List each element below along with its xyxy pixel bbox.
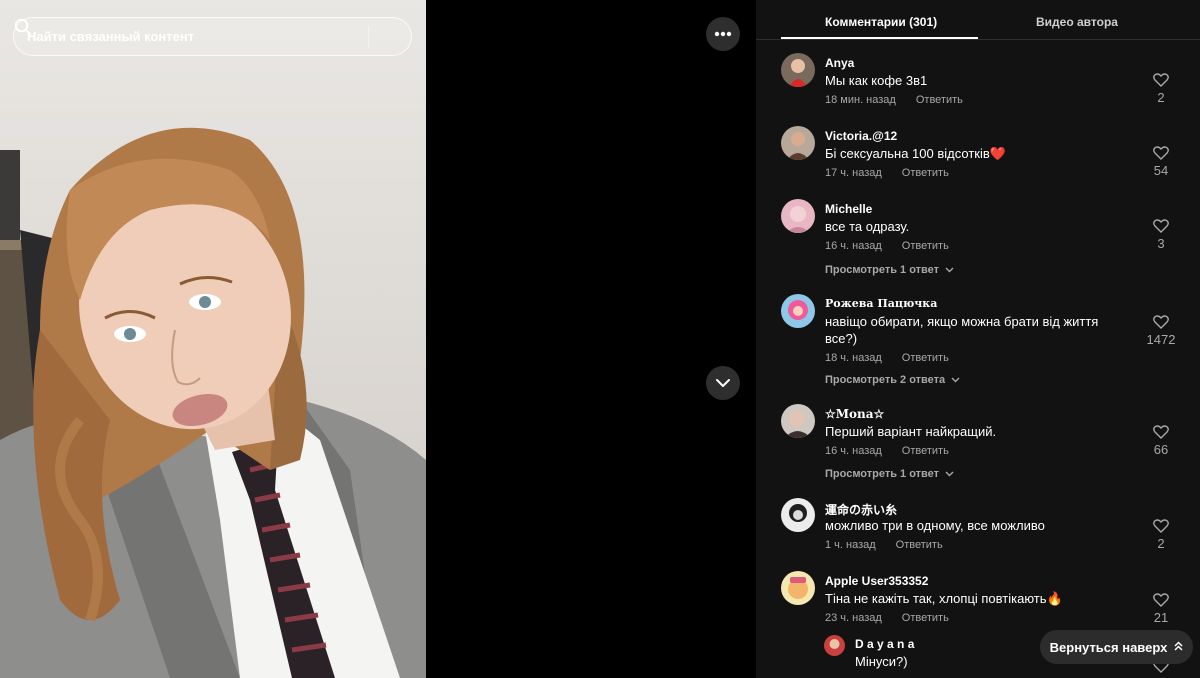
comment-meta: 18 мин. назад Ответить — [825, 94, 963, 106]
comment-meta: 16 ч. назад Ответить — [825, 445, 949, 457]
avatar[interactable] — [781, 404, 815, 438]
like-button[interactable]: 21 — [1146, 593, 1176, 625]
comment-username[interactable]: Victoria.@12 — [825, 129, 897, 143]
back-to-top-label: Вернуться наверх — [1049, 639, 1168, 655]
heart-icon — [1153, 425, 1169, 439]
comment-text: Перший варіант найкращий. — [825, 424, 997, 439]
view-replies-button[interactable]: Просмотреть 2 ответа — [825, 374, 960, 386]
comment-time: 23 ч. назад — [825, 612, 882, 624]
comment-time: 17 ч. назад — [825, 167, 882, 179]
view-replies-button[interactable]: Просмотреть 1 ответ — [825, 468, 954, 480]
comment-meta: 16 ч. назад Ответить — [825, 240, 949, 252]
search-icon — [14, 18, 32, 36]
comment-time: 18 мин. назад — [825, 94, 896, 106]
like-count: 66 — [1153, 442, 1169, 457]
view-replies-label: Просмотреть 1 ответ — [825, 468, 940, 480]
comment-time: 16 ч. назад — [825, 240, 882, 252]
video-controls-area — [426, 0, 756, 678]
comment-username[interactable]: Рожева Пацючка — [825, 297, 937, 310]
double-chevron-up-icon — [1174, 640, 1183, 654]
like-button[interactable]: 66 — [1146, 425, 1176, 457]
reply-button[interactable]: Ответить — [916, 94, 963, 106]
comment-time: 18 ч. назад — [825, 352, 882, 364]
avatar[interactable] — [781, 199, 815, 233]
heart-icon — [1153, 315, 1169, 329]
like-button[interactable]: 54 — [1146, 146, 1176, 178]
comment-text: все та одразу. — [825, 219, 910, 234]
avatar[interactable] — [824, 635, 845, 656]
like-count: 2 — [1157, 90, 1165, 105]
reply-button[interactable]: Ответить — [902, 240, 949, 252]
like-button[interactable]: 2 — [1146, 73, 1176, 105]
comment-text: можливо три в одному, все можливо — [825, 518, 1045, 533]
comment-meta: 1 ч. назад Ответить — [825, 539, 943, 551]
reply-button[interactable]: Ответить — [896, 539, 943, 551]
view-replies-label: Просмотреть 2 ответа — [825, 374, 946, 386]
avatar[interactable] — [781, 571, 815, 605]
heart-icon — [1153, 73, 1169, 87]
avatar[interactable] — [781, 294, 815, 328]
heart-icon — [1153, 519, 1169, 533]
comment-username[interactable]: 運命の赤い糸 — [825, 501, 897, 518]
comment-username[interactable]: Apple User353352 — [825, 574, 928, 588]
like-button[interactable]: 3 — [1146, 219, 1176, 251]
comment-text: навіщо обирати, якщо можна брати від жит… — [825, 314, 1099, 346]
comment-meta: 18 ч. назад Ответить — [825, 352, 949, 364]
comment-text: Тіна не кажіть так, хлопці повтікають🔥 — [825, 591, 1063, 606]
chevron-down-icon — [716, 379, 730, 387]
search-bar[interactable]: Найти связанный контент — [13, 17, 412, 56]
chevron-down-icon — [951, 374, 960, 386]
ellipsis-icon — [714, 31, 732, 37]
like-count: 2 — [1157, 536, 1165, 551]
reply-button[interactable]: Ответить — [902, 612, 949, 624]
comment-time: 16 ч. назад — [825, 445, 882, 457]
view-replies-button[interactable]: Просмотреть 1 ответ — [825, 264, 954, 276]
avatar[interactable] — [781, 126, 815, 160]
heart-icon — [1153, 146, 1169, 160]
chevron-down-icon — [945, 264, 954, 276]
tab-bar: Комментарии (301) Видео автора — [756, 0, 1200, 40]
comment-username[interactable]: ☆Mona☆ — [825, 407, 884, 421]
more-options-button[interactable] — [706, 17, 740, 51]
comments-panel: Комментарии (301) Видео автора Anya Мы к… — [756, 0, 1200, 678]
like-count: 54 — [1153, 163, 1169, 178]
video-frame[interactable]: Найти связанный контент — [0, 0, 426, 678]
video-page: Найти связанный контент Комментарии (301… — [0, 0, 1200, 678]
heart-icon — [1153, 593, 1169, 607]
tab-creator-videos[interactable]: Видео автора — [1036, 15, 1118, 29]
avatar[interactable] — [781, 498, 815, 532]
comment-username[interactable]: Anya — [825, 56, 854, 70]
active-tab-indicator — [781, 37, 978, 39]
search-button[interactable] — [14, 18, 411, 55]
like-button[interactable]: 1472 — [1141, 315, 1181, 347]
heart-icon — [1153, 219, 1169, 233]
like-count: 3 — [1157, 236, 1165, 251]
reply-username[interactable]: D a y a n a — [855, 637, 914, 651]
reply-button[interactable]: Ответить — [902, 352, 949, 364]
reply-button[interactable]: Ответить — [902, 445, 949, 457]
selfie-image — [0, 127, 426, 678]
next-video-button[interactable] — [706, 366, 740, 400]
like-button[interactable]: 2 — [1146, 519, 1176, 551]
like-count: 1472 — [1146, 332, 1176, 347]
back-to-top-button[interactable]: Вернуться наверх — [1040, 630, 1193, 664]
avatar[interactable] — [781, 53, 815, 87]
comment-text: Мы как кофе 3в1 — [825, 73, 928, 88]
chevron-down-icon — [945, 468, 954, 480]
reply-button[interactable]: Ответить — [902, 167, 949, 179]
view-replies-label: Просмотреть 1 ответ — [825, 264, 940, 276]
comment-meta: 23 ч. назад Ответить — [825, 612, 949, 624]
search-input[interactable]: Найти связанный контент — [14, 29, 368, 44]
comment-text: Бі сексуальна 100 відсотків❤️ — [825, 146, 1006, 161]
comment-username[interactable]: Michelle — [825, 202, 872, 216]
comment-meta: 17 ч. назад Ответить — [825, 167, 949, 179]
like-count: 21 — [1153, 610, 1169, 625]
comment-time: 1 ч. назад — [825, 539, 876, 551]
tab-comments[interactable]: Комментарии (301) — [825, 15, 937, 29]
